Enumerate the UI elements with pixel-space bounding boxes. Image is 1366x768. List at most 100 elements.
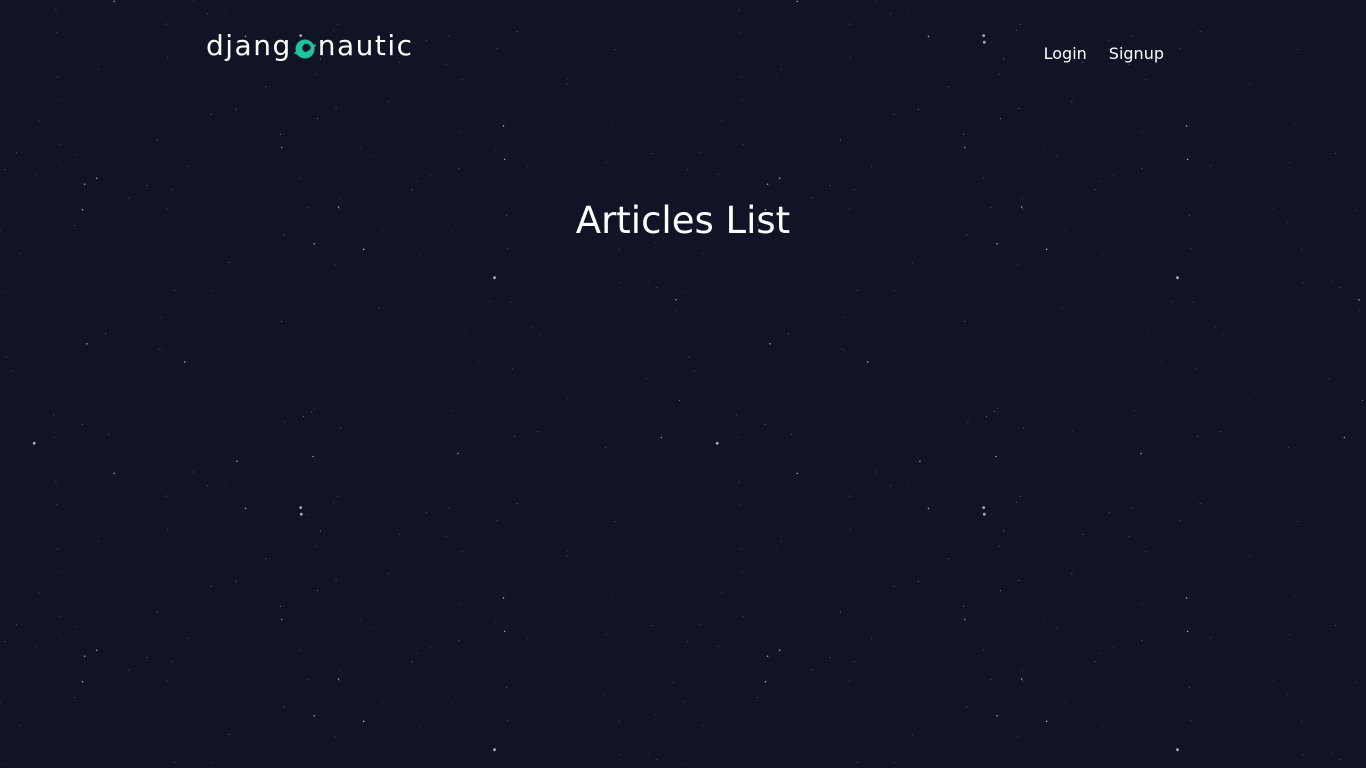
star-dot [675,299,677,301]
star-dot [964,618,966,621]
star-dot [55,481,57,483]
star-dot [457,452,459,455]
star-dot [894,762,896,763]
signup-link[interactable]: Signup [1109,44,1164,64]
star-dot [766,655,769,657]
star-dot [1017,264,1019,266]
star-dot [769,343,771,345]
star-dot [699,152,700,154]
star-dot [1272,679,1274,681]
star-dot [311,411,313,413]
star-dot [1133,409,1135,411]
star-dot [188,166,190,167]
star-dot [1220,431,1222,433]
star-dot [715,441,719,445]
star-dot [5,356,7,358]
star-dot [736,436,738,438]
login-link[interactable]: Login [1044,44,1087,64]
star-dot [514,435,516,437]
star-dot [503,158,506,161]
star-dot [738,481,740,483]
star-dot [908,484,910,486]
star-dot [411,661,413,663]
star-dot [1131,507,1133,509]
star-dot [108,433,110,435]
planet-o-icon [293,36,317,60]
star-dot [1185,125,1188,127]
star-dot [0,701,1,703]
star-dot [1102,726,1103,728]
star-dot [1289,634,1291,636]
star-dot [458,168,460,170]
star-dot [850,529,852,531]
star-dot [1328,378,1330,380]
star-dot [687,169,689,171]
star-dot [742,143,744,145]
star-dot [337,678,340,680]
star-dot [174,289,175,291]
star-dot [211,762,213,763]
star-dot [105,333,106,335]
star-dot [857,289,858,291]
star-dot [1071,430,1073,432]
star-dot [759,626,761,628]
star-dot [458,132,460,133]
star-dot [450,703,452,705]
star-dot [532,326,534,328]
star-dot [83,183,86,185]
star-dot [156,139,158,141]
star-dot [340,427,342,429]
star-dot [1042,620,1044,622]
star-dot [647,280,649,282]
star-dot [1210,637,1212,639]
star-dot [1099,652,1101,654]
star-dot [736,414,738,416]
star-dot [527,637,529,639]
star-dot [699,624,700,626]
star-dot [167,529,169,531]
star-dot [506,686,507,688]
star-dot [1189,686,1190,688]
star-dot [146,657,148,659]
star-dot [461,551,463,553]
star-dot [236,460,238,463]
logo-text-end: nautic [317,29,414,62]
star-dot [74,697,75,699]
star-dot [1301,248,1303,250]
star-dot [1017,736,1019,738]
star-dot [918,580,920,582]
star-dot [416,652,418,654]
star-dot [1193,301,1194,303]
star-dot [1045,720,1048,723]
star-dot [966,706,968,708]
star-dot [450,409,452,411]
star-dot [1128,535,1130,537]
star-dot [76,154,78,156]
star-dot [445,535,447,537]
star-dot [188,638,190,639]
star-dot [1094,189,1096,191]
star-dot [38,120,40,122]
star-dot [1140,452,1142,455]
star-dot [512,368,514,370]
site-logo[interactable]: djang nautic [206,30,414,62]
star-dot [34,645,36,647]
star-dot [302,416,304,417]
star-dot [158,348,160,350]
star-dot [853,189,855,191]
star-dot [502,125,505,127]
star-dot [19,724,21,726]
star-dot [1186,630,1189,633]
star-dot [537,431,539,433]
star-dot [672,681,674,683]
star-dot [362,248,365,251]
star-dot [313,715,316,717]
star-dot [839,139,841,141]
star-dot [871,638,873,639]
star-dot [315,545,317,547]
star-dot [59,615,61,617]
star-dot [721,120,723,122]
star-dot [963,133,965,135]
star-dot [759,154,761,156]
star-dot [982,177,984,179]
